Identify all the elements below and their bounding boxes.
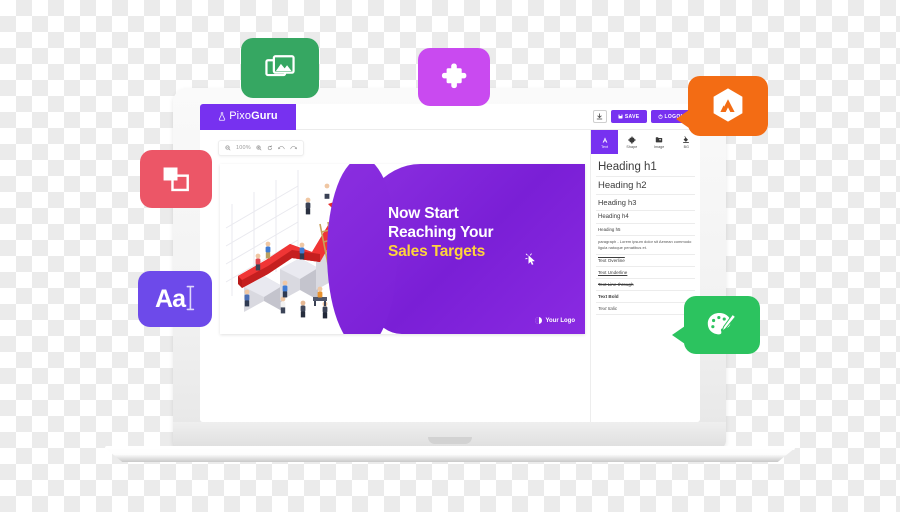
style-text-bold[interactable]: Text Bold <box>596 291 695 303</box>
paint-palette-icon <box>707 313 737 335</box>
style-text-italic[interactable]: Text Italic <box>596 303 695 315</box>
image-icon <box>655 136 663 142</box>
laptop-notch <box>428 437 472 444</box>
tab-shape[interactable]: Shape <box>618 130 646 154</box>
style-text-overline[interactable]: Text Overline <box>596 255 695 267</box>
bubble-palette[interactable] <box>672 296 760 354</box>
laptop-screen: PixoGuru SAVE LOGOUT 100% Now Start Reac… <box>200 104 700 422</box>
panel-tabs: Text Shape Image BG <box>591 130 700 154</box>
flask-icon <box>219 112 226 121</box>
tab-image-label: Image <box>653 144 665 149</box>
save-button-label: SAVE <box>624 113 640 120</box>
canvas-zoom-toolbar: 100% <box>218 140 304 156</box>
style-text-underline[interactable]: Text Underline <box>596 267 695 279</box>
design-slide[interactable]: Now Start Reaching Your Sales Targets Yo… <box>220 164 585 334</box>
style-heading-h4[interactable]: Heading h4 <box>596 211 695 224</box>
undo-icon[interactable] <box>277 145 285 151</box>
style-paragraph[interactable]: paragraph - Lorem ipsum dolor sit Aenean… <box>596 236 695 255</box>
zoom-in-icon[interactable] <box>256 145 262 151</box>
canvas-area[interactable]: 100% Now Start Reaching Your Sales Targe… <box>200 130 590 422</box>
click-cursor-icon <box>525 253 535 265</box>
bubble-tail <box>672 326 685 344</box>
puzzle-piece-icon <box>441 63 467 89</box>
bubble-tail <box>676 110 689 128</box>
style-heading-h2[interactable]: Heading h2 <box>596 177 695 195</box>
pixaguru-app: PixoGuru SAVE LOGOUT 100% Now Start Reac… <box>200 104 700 422</box>
style-heading-h3[interactable]: Heading h3 <box>596 195 695 211</box>
zoom-out-icon[interactable] <box>225 145 231 151</box>
slide-headline-line1: Now Start <box>388 205 459 222</box>
puzzle-icon <box>628 135 636 144</box>
tab-image[interactable]: Image <box>645 130 673 154</box>
tab-shape-label: Shape <box>626 144 638 149</box>
bubble-images[interactable] <box>241 38 319 98</box>
floppy-icon <box>618 114 623 119</box>
app-logo-text-light: Pixo <box>229 110 252 122</box>
logo-circle-icon <box>535 317 543 324</box>
bubble-brand-logo[interactable] <box>676 76 768 136</box>
slide-headline-line3: Sales Targets <box>388 243 486 261</box>
style-heading-h1[interactable]: Heading h1 <box>596 158 695 177</box>
text-caret-icon <box>186 285 195 311</box>
slide-headline-line2: Reaching Your <box>388 224 494 242</box>
slide-headline[interactable]: Now Start Reaching Your Sales Targets <box>388 204 568 262</box>
tab-bg-label: BG <box>683 144 690 149</box>
shapes-icon <box>163 167 189 192</box>
bubble-puzzle[interactable] <box>418 48 490 106</box>
tab-text[interactable]: Text <box>591 130 619 154</box>
text-style-list: Heading h1 Heading h2 Heading h3 Heading… <box>591 154 700 422</box>
bubble-text[interactable]: Aa <box>138 271 212 327</box>
tab-text-label: Text <box>601 144 609 149</box>
style-text-line-through[interactable]: Text Line-through <box>596 279 695 291</box>
app-logo-text-bold: Guru <box>251 110 278 122</box>
app-logo-text: PixoGuru <box>229 111 278 122</box>
app-body: 100% Now Start Reaching Your Sales Targe… <box>200 130 700 422</box>
bubble-shapes[interactable] <box>140 150 212 208</box>
paint-bucket-icon <box>683 135 690 143</box>
power-icon <box>657 114 663 119</box>
text-a-icon <box>602 136 607 143</box>
zoom-level-label: 100% <box>236 145 251 151</box>
laptop-base <box>105 448 795 462</box>
style-heading-h5[interactable]: Heading h5 <box>596 224 695 236</box>
app-topbar: PixoGuru SAVE LOGOUT <box>200 104 700 130</box>
app-logo[interactable]: PixoGuru <box>200 104 296 130</box>
bubble-text-label: Aa <box>155 284 186 313</box>
download-icon <box>597 113 603 120</box>
redo-icon[interactable] <box>290 145 297 151</box>
slide-logo-placeholder[interactable]: Your Logo <box>535 317 575 324</box>
save-button[interactable]: SAVE <box>610 110 647 123</box>
images-icon <box>265 55 295 77</box>
reset-rotate-icon[interactable] <box>267 145 273 151</box>
right-panel: Text Shape Image BG Heading h1 Heading h… <box>590 130 700 422</box>
slide-logo-label: Your Logo <box>545 317 575 324</box>
hexagon-mountain-logo-icon <box>713 88 743 122</box>
download-button[interactable] <box>592 110 607 123</box>
